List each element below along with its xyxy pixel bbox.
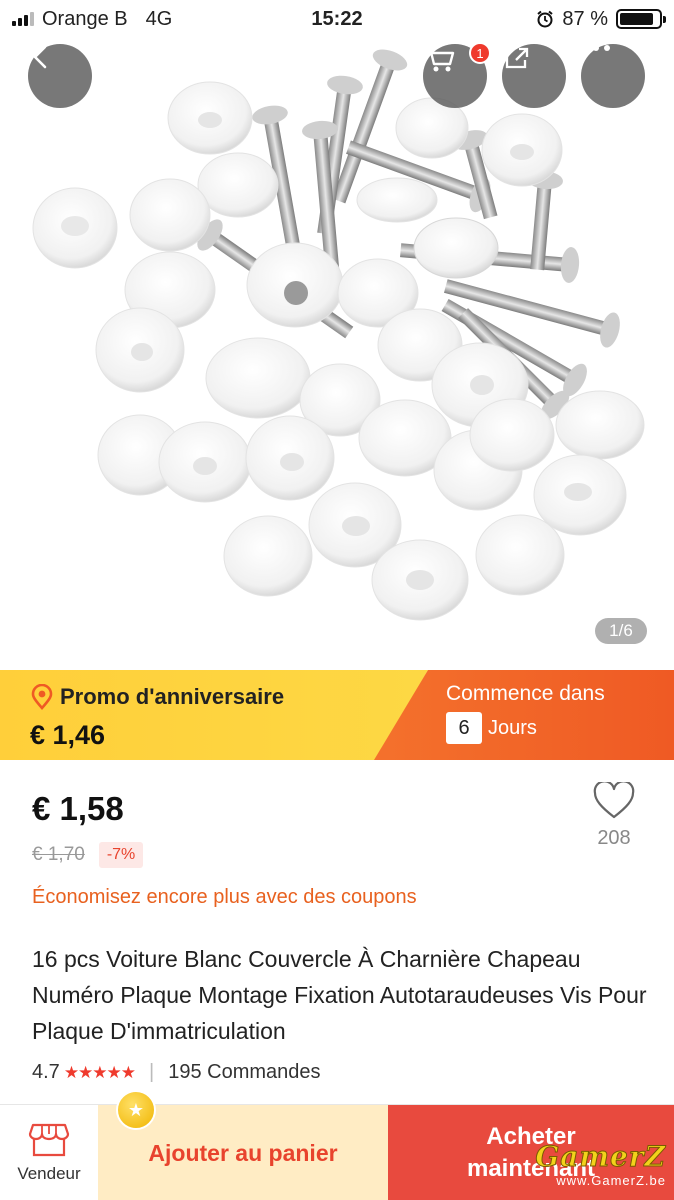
product-photo xyxy=(32,49,645,621)
store-icon xyxy=(28,1123,70,1157)
promo-starts-label: Commence dans xyxy=(446,682,605,705)
share-button[interactable] xyxy=(502,44,566,108)
share-icon xyxy=(505,47,529,69)
rating-stars: ★★★★★ xyxy=(63,1062,136,1082)
more-options-button[interactable] xyxy=(581,44,645,108)
rating-value: 4.7 xyxy=(32,1061,60,1083)
coupon-link[interactable]: Économisez encore plus avec des coupons xyxy=(32,886,642,909)
buy-now-line2: maintenant xyxy=(466,1155,595,1182)
current-price: € 1,58 xyxy=(32,790,124,827)
countdown-unit: Jours xyxy=(488,716,537,739)
vendor-label: Vendeur xyxy=(17,1164,81,1183)
carrier-name: Orange B xyxy=(42,7,128,30)
orders-count: 195 Commandes xyxy=(168,1061,321,1083)
coin-icon: ★ xyxy=(116,1090,156,1130)
more-icon xyxy=(582,45,610,51)
alarm-icon xyxy=(537,10,554,28)
cart-icon xyxy=(425,46,455,72)
image-page-indicator: 1/6 xyxy=(595,618,647,644)
heart-icon xyxy=(593,780,635,819)
location-pin-icon xyxy=(31,684,53,710)
promo-title: Promo d'anniversaire xyxy=(60,684,285,709)
product-title: 16 pcs Voiture Blanc Couvercle À Charniè… xyxy=(32,946,647,1044)
battery-percent: 87 % xyxy=(562,7,608,30)
product-image-gallery[interactable]: 1 1/6 xyxy=(0,0,674,670)
discount-badge: -7% xyxy=(98,842,144,868)
bottom-action-bar: Vendeur Ajouter au panier Acheter mainte… xyxy=(0,1104,674,1200)
product-info: € 1,58 € 1,70 -7% Économisez encore plus… xyxy=(0,760,674,1084)
back-button[interactable] xyxy=(28,44,92,108)
wishlist-button[interactable]: 208 xyxy=(592,780,636,850)
promo-banner[interactable]: Promo d'anniversaire € 1,46 Commence dan… xyxy=(0,670,674,760)
promo-price: € 1,46 xyxy=(30,720,106,750)
battery-level xyxy=(620,13,654,25)
cart-count-badge: 1 xyxy=(469,42,491,64)
rating-row[interactable]: 4.7 ★★★★★ | 195 Commandes xyxy=(32,1061,642,1084)
buy-now-button[interactable]: Acheter maintenant xyxy=(388,1105,674,1200)
countdown-days: 6 xyxy=(446,712,482,744)
divider: | xyxy=(149,1061,155,1083)
cart-button[interactable]: 1 xyxy=(423,42,491,108)
promo-countdown: 6 Jours xyxy=(446,712,674,744)
battery-icon xyxy=(616,9,666,29)
network-type: 4G xyxy=(145,7,173,30)
buy-now-line1: Acheter xyxy=(486,1123,576,1150)
vendor-button[interactable]: Vendeur xyxy=(0,1105,98,1200)
status-bar: Orange B 4G 15:22 87 % xyxy=(0,0,674,38)
wishlist-count: 208 xyxy=(597,827,631,849)
back-icon xyxy=(33,45,47,69)
signal-icon xyxy=(12,12,34,26)
original-price: € 1,70 xyxy=(32,844,85,865)
